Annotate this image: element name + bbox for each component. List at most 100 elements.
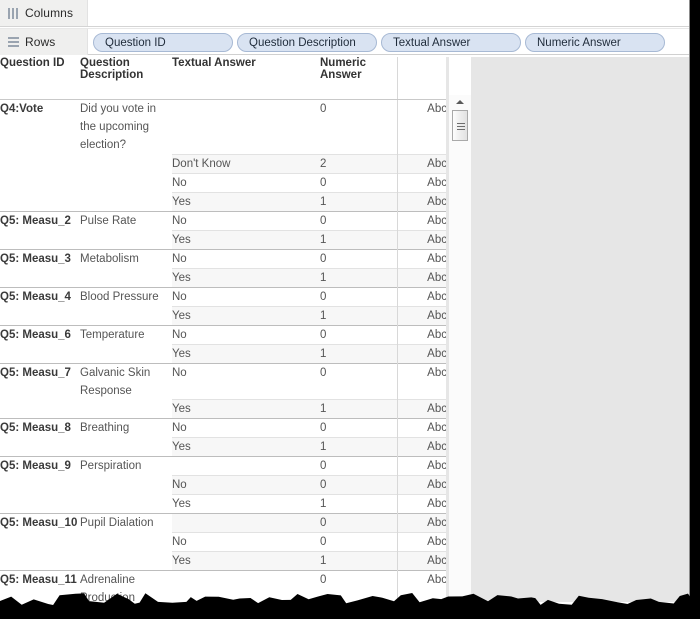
- cell-question-id: Q5: Measu_4: [0, 286, 80, 306]
- cell-measure: Abc: [397, 191, 446, 211]
- cell-question-id: [0, 344, 80, 363]
- header-measure[interactable]: [397, 57, 446, 100]
- cell-question-id: Q5: Measu_10: [0, 513, 80, 533]
- cell-numeric-answer: 0: [320, 513, 398, 533]
- cell-question-description: Breathing: [80, 418, 172, 438]
- cell-measure: Abc: [397, 399, 446, 419]
- table-row[interactable]: Yes 1 Abc: [0, 343, 446, 363]
- header-textual-answer[interactable]: Textual Answer: [172, 57, 320, 100]
- cell-numeric-answer: 1: [320, 305, 398, 325]
- viz-pane: Columns Rows Question ID Question Descrip…: [0, 0, 700, 619]
- table-row[interactable]: Q5: Measu_2 Pulse Rate No 0 Abc: [0, 210, 446, 230]
- table-row[interactable]: Yes 1 Abc: [0, 267, 446, 287]
- table-row[interactable]: Q5: Measu_4 Blood Pressure No 0 Abc: [0, 286, 446, 306]
- cell-question-description: [80, 476, 172, 495]
- table-row[interactable]: Yes 1 Abc: [0, 191, 446, 211]
- cell-question-id: [0, 533, 80, 552]
- rows-shelf-title: Rows: [25, 35, 56, 49]
- cell-textual-answer: No: [172, 532, 320, 552]
- cell-measure: Abc: [397, 494, 446, 514]
- cell-numeric-answer: 1: [320, 343, 398, 363]
- vertical-scrollbar[interactable]: [449, 95, 471, 602]
- scrollbar-track[interactable]: [449, 108, 471, 602]
- rows-shelf-label: Rows: [0, 29, 88, 55]
- cell-question-description: Metabolism: [80, 248, 172, 268]
- rows-pill-1[interactable]: Question Description: [237, 33, 377, 52]
- cell-question-description: Pulse Rate: [80, 210, 172, 230]
- cell-question-description: [80, 552, 172, 571]
- cell-measure: Abc: [397, 343, 446, 363]
- cell-measure: Abc: [397, 267, 446, 287]
- cell-question-id: [0, 230, 80, 249]
- table-row[interactable]: Yes 1 Abc: [0, 494, 446, 514]
- cell-textual-answer: No: [172, 286, 320, 306]
- table-row[interactable]: Q5: Measu_6 Temperature No 0 Abc: [0, 324, 446, 344]
- cell-question-id: Q5: Measu_11: [0, 570, 80, 602]
- table-row[interactable]: Q5: Measu_11 Adrenaline Production 0 Abc: [0, 570, 446, 602]
- cell-measure: Abc: [397, 437, 446, 457]
- cell-measure: Abc: [397, 570, 446, 602]
- table-row[interactable]: Don't Know 2 Abc: [0, 153, 446, 173]
- cell-numeric-answer: 1: [320, 437, 398, 457]
- table-row[interactable]: Yes 1 Abc: [0, 437, 446, 457]
- cell-question-id: Q5: Measu_8: [0, 418, 80, 438]
- cell-numeric-answer: 0: [320, 570, 398, 602]
- table-row[interactable]: Yes 1 Abc: [0, 399, 446, 419]
- table-row[interactable]: No 0 Abc: [0, 532, 446, 552]
- rows-pill-0[interactable]: Question ID: [93, 33, 233, 52]
- cell-question-description: Perspiration: [80, 456, 172, 476]
- empty-pane: [471, 57, 690, 602]
- cell-measure: Abc: [397, 418, 446, 438]
- cell-textual-answer: [172, 570, 320, 602]
- table-row[interactable]: No 0 Abc: [0, 475, 446, 495]
- scrollbar-thumb[interactable]: [452, 110, 468, 141]
- cell-numeric-answer: 0: [320, 248, 398, 268]
- table-row[interactable]: Yes 1 Abc: [0, 551, 446, 571]
- cell-numeric-answer: 1: [320, 191, 398, 211]
- cell-question-description: [80, 344, 172, 363]
- table-body: Q4:Vote Did you vote in the upcoming elec…: [0, 99, 446, 602]
- cell-question-description: Did you vote in the upcoming election?: [80, 99, 172, 154]
- cell-numeric-answer: 0: [320, 532, 398, 552]
- cell-question-description: [80, 495, 172, 514]
- table-row[interactable]: Yes 1 Abc: [0, 229, 446, 249]
- crosstab-container: Question ID Question Description Textual…: [0, 57, 446, 602]
- cell-question-id: [0, 400, 80, 419]
- header-question-id[interactable]: Question ID: [0, 57, 80, 100]
- cell-textual-answer: Yes: [172, 343, 320, 363]
- cell-question-id: Q5: Measu_9: [0, 456, 80, 476]
- cell-numeric-answer: 0: [320, 210, 398, 230]
- cell-measure: Abc: [397, 305, 446, 325]
- rows-shelf[interactable]: Rows Question ID Question Description Text…: [0, 28, 690, 55]
- table-row[interactable]: Q5: Measu_10 Pupil Dialation 0 Abc: [0, 513, 446, 533]
- cell-textual-answer: No: [172, 324, 320, 344]
- cell-numeric-answer: 1: [320, 551, 398, 571]
- cell-question-description: [80, 306, 172, 325]
- table-row[interactable]: Q5: Measu_7 Galvanic Skin Response No 0 Abc: [0, 362, 446, 400]
- scroll-up-button[interactable]: [449, 95, 471, 108]
- cell-question-description: Temperature: [80, 324, 172, 344]
- table-row[interactable]: Q5: Measu_3 Metabolism No 0 Abc: [0, 248, 446, 268]
- cell-textual-answer: No: [172, 172, 320, 192]
- cell-measure: Abc: [397, 551, 446, 571]
- table-row[interactable]: Q4:Vote Did you vote in the upcoming elec…: [0, 99, 446, 154]
- table-row[interactable]: Yes 1 Abc: [0, 305, 446, 325]
- cell-textual-answer: Yes: [172, 551, 320, 571]
- header-question-description[interactable]: Question Description: [80, 57, 172, 100]
- table-row[interactable]: Q5: Measu_8 Breathing No 0 Abc: [0, 418, 446, 438]
- cell-numeric-answer: 1: [320, 267, 398, 287]
- cell-question-id: [0, 552, 80, 571]
- cell-textual-answer: [172, 513, 320, 533]
- cell-question-description: [80, 438, 172, 457]
- rows-pill-2[interactable]: Textual Answer: [381, 33, 521, 52]
- table-row[interactable]: Q5: Measu_9 Perspiration 0 Abc: [0, 456, 446, 476]
- cell-question-id: [0, 306, 80, 325]
- cell-question-description: Adrenaline Production: [80, 570, 172, 602]
- cell-measure: Abc: [397, 248, 446, 268]
- rows-pill-3[interactable]: Numeric Answer: [525, 33, 665, 52]
- cell-question-id: Q5: Measu_2: [0, 210, 80, 230]
- header-numeric-answer[interactable]: Numeric Answer: [320, 57, 398, 100]
- cell-numeric-answer: 2: [320, 153, 398, 173]
- table-row[interactable]: No 0 Abc: [0, 172, 446, 192]
- columns-shelf[interactable]: Columns: [0, 0, 690, 27]
